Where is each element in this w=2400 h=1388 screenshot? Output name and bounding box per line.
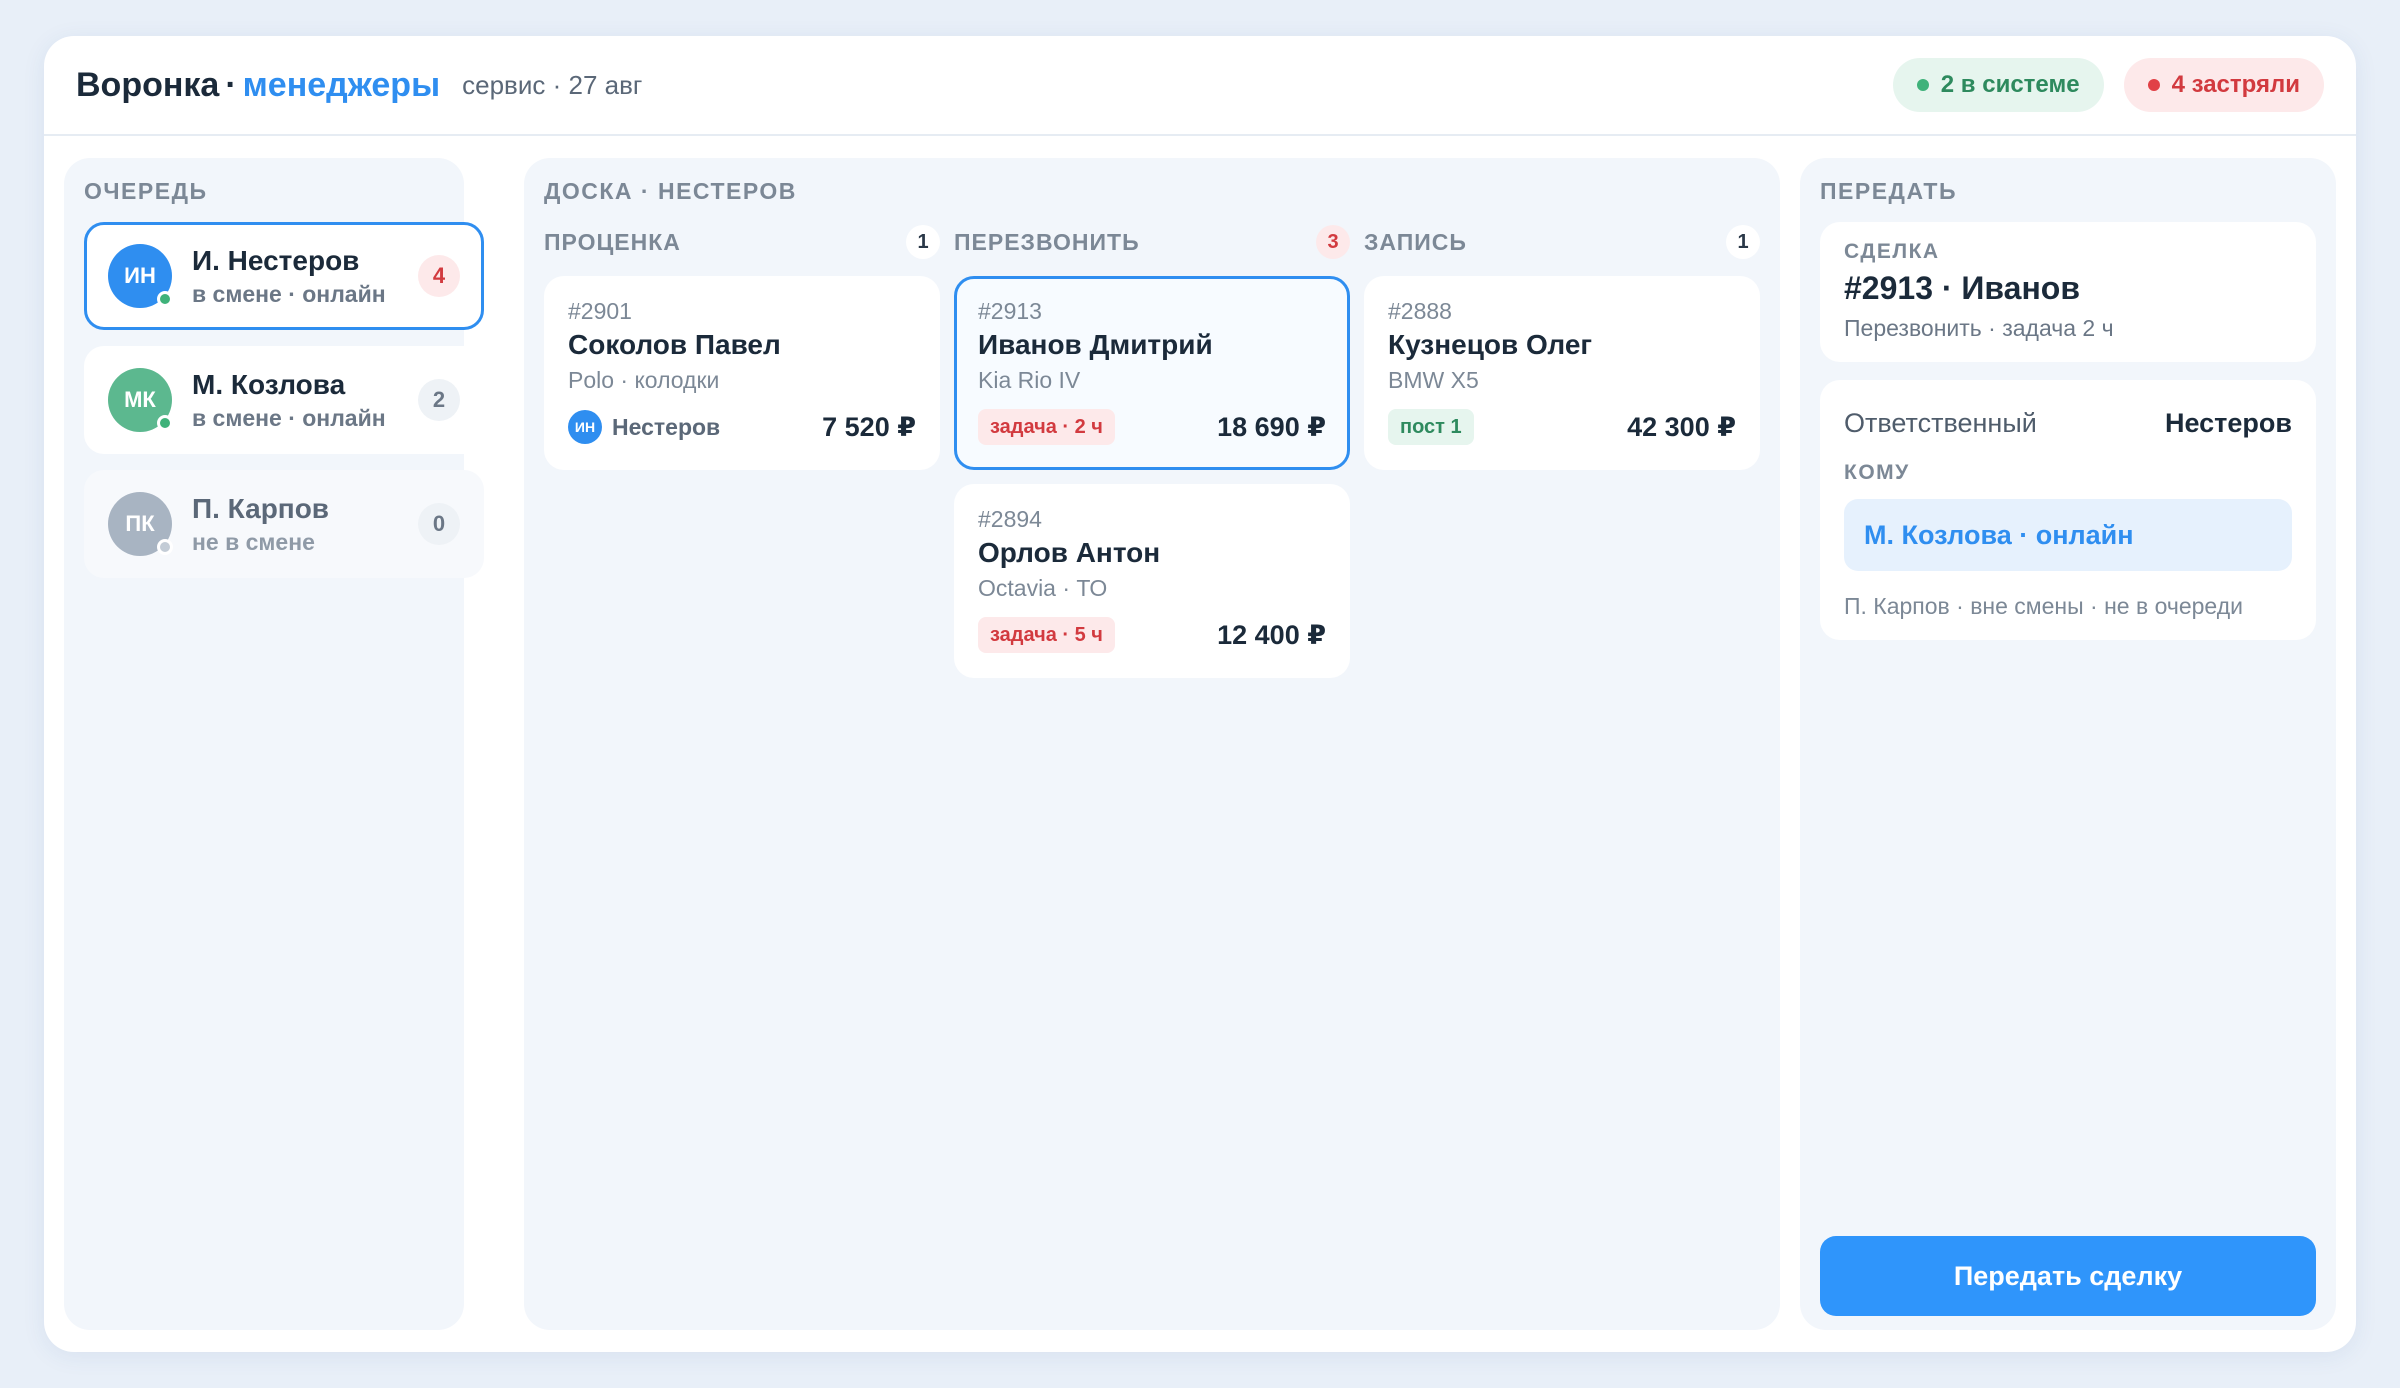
page-title: Воронка · менеджеры — [76, 66, 440, 105]
column-count: 3 — [1316, 225, 1350, 259]
avatar: ИН — [108, 244, 173, 308]
queue-item-info: И. Нестеров в смене · онлайн — [192, 245, 418, 308]
column-title: ЗАПИСЬ — [1364, 228, 1467, 255]
deal-client: Орлов Антон — [978, 537, 1161, 568]
queue-item-kozlova[interactable]: МК М. Козлова в смене · онлайн 2 — [84, 346, 484, 454]
deal-amount: 18 690 ₽ — [1217, 411, 1326, 442]
target-manager-option[interactable]: М. Козлова · онлайн — [1844, 499, 2292, 571]
bay-tag: пост 1 — [1388, 409, 1474, 445]
assignee-card: Ответственный Нестеров КОМУ М. Козлова ·… — [1820, 380, 2316, 640]
online-status-icon — [157, 291, 173, 307]
queue-item-nesterov[interactable]: ИН И. Нестеров в смене · онлайн 4 — [84, 222, 484, 330]
stuck-chip[interactable]: 4 застряли — [2123, 58, 2324, 112]
page-subtitle: сервис · 27 авг — [462, 69, 643, 100]
red-dot-icon — [2147, 79, 2160, 91]
task-overdue-tag: задача · 2 ч — [978, 409, 1115, 445]
deal-count-badge: 2 — [418, 379, 460, 421]
deal-id: #2913 — [978, 298, 1042, 324]
deal-amount: 7 520 ₽ — [822, 411, 916, 442]
board-panel: ДОСКА · НЕСТЕРОВ ПРОЦЕНКА 1 ПЕРЕЗВОНИТЬ … — [524, 158, 1780, 1330]
deal-client: Иванов Дмитрий — [978, 329, 1213, 360]
column-header-estimate: ПРОЦЕНКА 1 — [544, 224, 940, 260]
deal-id: #2894 — [978, 506, 1042, 532]
column-header-booking: ЗАПИСЬ 1 — [1364, 224, 1760, 260]
deal-card-2894[interactable]: #2894 Орлов Антон Octavia · ТО задача · … — [954, 484, 1350, 678]
avatar: ПК — [108, 492, 173, 556]
responsible-value: Нестеров — [2165, 408, 2292, 438]
queue-item-karpov[interactable]: ПК П. Карпов не в смене 0 — [84, 470, 484, 578]
deal-amount: 42 300 ₽ — [1627, 411, 1736, 442]
top-bar: Воронка · менеджеры сервис · 27 авг 2 в … — [44, 36, 2356, 136]
column-title: ПЕРЕЗВОНИТЬ — [954, 228, 1140, 255]
manager-status: в смене · онлайн — [192, 280, 386, 307]
column-title: ПРОЦЕНКА — [544, 228, 681, 255]
app-window: Воронка · менеджеры сервис · 27 авг 2 в … — [44, 36, 2356, 1352]
board-label: ДОСКА · НЕСТЕРОВ — [544, 178, 797, 204]
avatar-initials: ПК — [125, 511, 155, 536]
responsible-label: Ответственный — [1844, 408, 2037, 438]
queue-item-info: М. Козлова в смене · онлайн — [192, 369, 418, 432]
deal-client: Кузнецов Олег — [1388, 329, 1593, 360]
title-accent: менеджеры — [242, 65, 441, 104]
deal-client: Соколов Павел — [568, 329, 781, 360]
deal-footer: пост 1 42 300 ₽ — [1388, 408, 1736, 446]
selected-deal-title: #2913 · Иванов — [1844, 270, 2081, 306]
online-chip-label: 2 в системе — [1940, 71, 2080, 98]
transfer-panel: ПЕРЕДАТЬ СДЕЛКА #2913 · Иванов Перезвони… — [1800, 158, 2336, 1330]
transfer-label: ПЕРЕДАТЬ — [1820, 178, 1957, 204]
deal-card-2913[interactable]: #2913 Иванов Дмитрий Kia Rio IV задача ·… — [954, 276, 1350, 470]
title-separator: · — [225, 65, 237, 104]
status-chips: 2 в системе 4 застряли — [1892, 58, 2324, 112]
queue-item-info: П. Карпов не в смене — [192, 493, 418, 556]
owner-name: Нестеров — [612, 413, 721, 440]
green-dot-icon — [1916, 79, 1929, 91]
manager-name: П. Карпов — [192, 492, 330, 524]
deal-card-2888[interactable]: #2888 Кузнецов Олег BMW X5 пост 1 42 300… — [1364, 276, 1760, 470]
queue-panel: ОЧЕРЕДЬ ИН И. Нестеров в смене · онлайн … — [64, 158, 484, 1330]
deal-car: Octavia · ТО — [978, 575, 1108, 601]
deal-id: #2901 — [568, 298, 632, 324]
deal-count-badge: 4 — [418, 255, 460, 297]
deal-owner: ИН Нестеров — [568, 410, 720, 444]
column-count: 1 — [906, 225, 940, 259]
manager-name: И. Нестеров — [192, 244, 360, 276]
deal-footer: задача · 2 ч 18 690 ₽ — [978, 408, 1326, 446]
online-chip[interactable]: 2 в системе — [1892, 58, 2104, 112]
column-header-callback: ПЕРЕЗВОНИТЬ 3 — [954, 224, 1350, 260]
avatar: МК — [108, 368, 173, 432]
unavailable-note: П. Карпов · вне смены · не в очереди — [1844, 593, 2243, 619]
manager-status: в смене · онлайн — [192, 404, 386, 431]
avatar-initials: МК — [124, 387, 156, 412]
deal-section-label: СДЕЛКА — [1844, 240, 1940, 263]
deal-count-badge: 0 — [418, 503, 460, 545]
deal-footer: задача · 5 ч 12 400 ₽ — [978, 616, 1326, 654]
avatar-initials: ИН — [124, 263, 156, 288]
manager-name: М. Козлова — [192, 368, 346, 400]
selected-deal-subtitle: Перезвонить · задача 2 ч — [1844, 315, 2114, 341]
online-status-icon — [157, 415, 173, 431]
title-main: Воронка — [76, 65, 220, 104]
deal-amount: 12 400 ₽ — [1217, 619, 1326, 650]
to-label: КОМУ — [1844, 461, 1910, 484]
manager-status: не в смене — [192, 528, 315, 555]
deal-car: Kia Rio IV — [978, 367, 1081, 393]
deal-car: Polo · колодки — [568, 367, 720, 393]
task-overdue-tag: задача · 5 ч — [978, 617, 1115, 653]
column-count: 1 — [1726, 225, 1760, 259]
deal-card-2901[interactable]: #2901 Соколов Павел Polo · колодки ИН Не… — [544, 276, 940, 470]
deal-car: BMW X5 — [1388, 367, 1479, 393]
offline-status-icon — [157, 539, 173, 555]
stuck-chip-label: 4 застряли — [2171, 71, 2300, 98]
selected-deal-card: СДЕЛКА #2913 · Иванов Перезвонить · зада… — [1820, 222, 2316, 362]
owner-avatar: ИН — [568, 410, 602, 444]
responsible-row: Ответственный Нестеров — [1844, 408, 2292, 439]
transfer-deal-button[interactable]: Передать сделку — [1820, 1236, 2316, 1316]
deal-footer: ИН Нестеров 7 520 ₽ — [568, 408, 916, 446]
deal-id: #2888 — [1388, 298, 1452, 324]
queue-label: ОЧЕРЕДЬ — [84, 178, 208, 204]
